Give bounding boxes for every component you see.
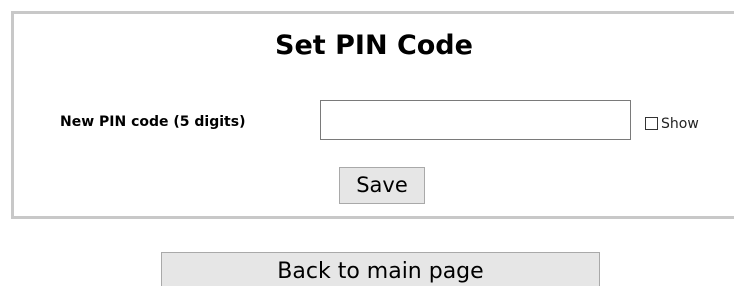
pin-code-input[interactable] [320, 100, 631, 140]
show-pin-checkbox[interactable] [645, 117, 658, 130]
back-to-main-page-button[interactable]: Back to main page [161, 252, 600, 286]
save-button[interactable]: Save [339, 167, 425, 204]
page-title: Set PIN Code [275, 30, 473, 61]
show-pin-label[interactable]: Show [661, 115, 699, 133]
pin-code-label: New PIN code (5 digits) [60, 114, 246, 130]
